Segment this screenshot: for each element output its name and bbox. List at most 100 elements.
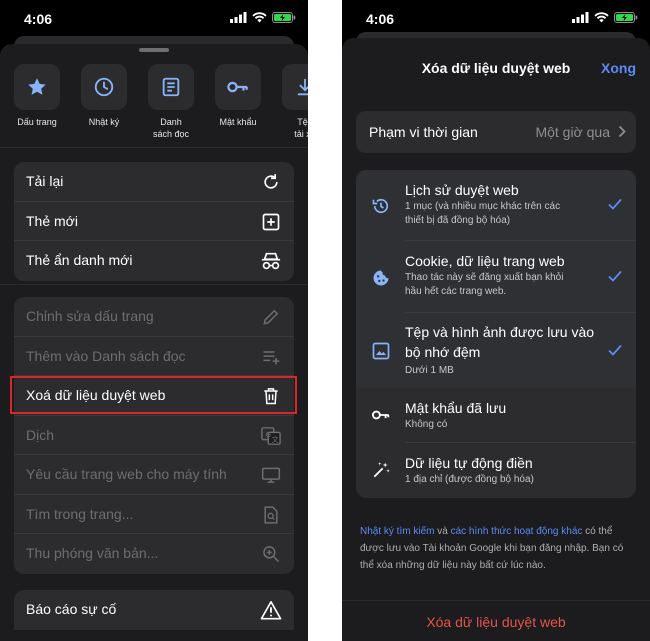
browsing-history-option[interactable]: Lịch sử duyệt web 1 mục (và nhiều mục kh…	[356, 170, 636, 241]
cookie-icon	[373, 270, 389, 286]
cached-images-files-option[interactable]: Tệp và hình ảnh được lưu vào bộ nhớ đệm …	[356, 313, 636, 388]
status-bar: 4:06	[0, 0, 308, 36]
menu-group-tabs: Tải lại Thẻ mới Thẻ ẩn danh mới	[14, 162, 294, 281]
time-range-label: Phạm vi thời gian	[369, 124, 478, 140]
option-subtitle: 1 địa chỉ (được đồng bộ hóa)	[405, 474, 534, 485]
reload-icon	[264, 174, 278, 189]
battery-charging-icon	[614, 12, 638, 23]
status-time: 4:06	[366, 11, 395, 27]
status-bar: 4:06	[342, 0, 650, 36]
translate-label: Dịch	[26, 426, 55, 443]
passwords-action[interactable]: Mật khẩu	[204, 64, 272, 128]
option-title: Cookie, dữ liệu trang web	[405, 253, 565, 269]
pencil-icon	[263, 309, 279, 325]
quick-actions: Dấu trang Nhật ký Danh sách đọc Mật khẩu…	[0, 64, 308, 168]
cookies-site-data-option[interactable]: Cookie, dữ liệu trang web Thao tác này s…	[356, 241, 636, 313]
checkmark-icon	[608, 198, 622, 210]
menu-group-report: Báo cáo sự cố	[14, 590, 294, 630]
reading-list-action[interactable]: Danh sách đọc	[137, 64, 205, 140]
sheet-grabber[interactable]	[139, 48, 169, 52]
new-tab-menu-item[interactable]: Thẻ mới	[14, 202, 294, 241]
battery-charging-icon	[272, 12, 296, 23]
key-icon	[372, 410, 390, 420]
find-in-page-icon	[264, 505, 278, 524]
new-incognito-tab-label: Thẻ ẩn danh mới	[26, 252, 133, 268]
option-title: Lịch sử duyệt web	[405, 182, 519, 198]
cellular-signal-icon	[230, 12, 247, 23]
search-history-link[interactable]: Nhật ký tìm kiếm	[360, 526, 434, 537]
chrome-menu-screen: 4:06 Dấu trang Nhật ký Danh sách đọc Mật…	[0, 0, 308, 641]
status-time: 4:06	[24, 11, 53, 27]
warning-icon	[260, 601, 282, 620]
add-to-reading-list-menu-item: Thêm vào Danh sách đọc	[14, 337, 294, 376]
cellular-signal-icon	[572, 12, 589, 23]
translate-icon: G文	[261, 426, 281, 445]
history-label: Nhật ký	[88, 117, 120, 127]
saved-passwords-option[interactable]: Mật khẩu đã lưu Không có	[356, 388, 636, 443]
menu-sheet: Dấu trang Nhật ký Danh sách đọc Mật khẩu…	[0, 44, 308, 641]
zoom-text-menu-item: Thu phóng văn bản...	[14, 534, 294, 574]
clear-data-sheet: Xóa dữ liệu duyệt web Xong Phạm vi thời …	[342, 38, 650, 641]
find-in-page-label: Tìm trong trang...	[26, 505, 134, 522]
history-action[interactable]: Nhật ký	[70, 64, 138, 128]
edit-bookmark-label: Chỉnh sửa dấu trang	[26, 308, 154, 324]
downloads-action[interactable]: Tệp tải xu	[271, 64, 308, 140]
checkmark-icon	[608, 344, 622, 356]
reload-label: Tải lại	[26, 173, 64, 189]
incognito-icon	[261, 252, 281, 270]
new-incognito-tab-menu-item[interactable]: Thẻ ẩn danh mới	[14, 241, 294, 281]
clear-button-label: Xóa dữ liệu duyệt web	[426, 614, 566, 630]
option-subtitle: Không có	[405, 419, 448, 430]
new-tab-label: Thẻ mới	[26, 212, 78, 229]
zoom-icon	[263, 546, 280, 563]
option-title: Mật khẩu đã lưu	[405, 400, 507, 416]
history-icon	[372, 198, 389, 214]
time-range-selector[interactable]: Phạm vi thời gian Một giờ qua	[356, 111, 636, 153]
reading-list-label: Danh sách đọc	[152, 117, 190, 139]
done-button[interactable]: Xong	[601, 60, 636, 76]
menu-group-page: Chỉnh sửa dấu trang Thêm vào Danh sách đ…	[14, 297, 294, 574]
report-issue-label: Báo cáo sự cố	[26, 601, 117, 617]
request-desktop-site-menu-item: Yêu cầu trang web cho máy tính	[14, 455, 294, 495]
new-tab-icon	[262, 213, 280, 230]
reading-list-icon	[162, 77, 180, 97]
downloads-label: Tệp tải xu	[294, 117, 308, 139]
key-icon	[227, 81, 248, 93]
chevron-right-icon	[618, 125, 626, 138]
add-to-reading-list-label: Thêm vào Danh sách đọc	[26, 347, 186, 364]
option-subtitle: 1 mục (và nhiều mục khác trên các thiết …	[405, 201, 561, 226]
wifi-icon	[594, 12, 609, 23]
note-connector: và	[434, 526, 451, 537]
section-divider	[0, 284, 308, 285]
clear-browsing-data-screen: 4:06 Xóa dữ liệu duyệt web Xong Phạm vi …	[342, 0, 650, 641]
clock-icon	[94, 77, 114, 97]
edit-bookmark-menu-item: Chỉnh sửa dấu trang	[14, 297, 294, 337]
download-icon	[297, 78, 308, 96]
zoom-text-label: Thu phóng văn bản...	[26, 545, 159, 561]
star-icon	[28, 78, 46, 95]
highlight-box	[10, 376, 297, 414]
magic-wand-icon	[373, 462, 390, 478]
report-issue-menu-item[interactable]: Báo cáo sự cố	[14, 590, 294, 630]
data-type-list: Lịch sử duyệt web 1 mục (và nhiều mục kh…	[356, 170, 636, 498]
bookmarks-label: Dấu trang	[17, 117, 57, 127]
request-desktop-site-label: Yêu cầu trang web cho máy tính	[26, 466, 227, 482]
translate-menu-item: Dịch G文	[14, 416, 294, 455]
svg-text:文: 文	[271, 434, 279, 443]
option-subtitle: Dưới 1 MB	[405, 365, 454, 376]
add-to-list-icon	[263, 350, 280, 364]
option-title: Dữ liệu tự động điền	[405, 455, 533, 471]
bookmarks-action[interactable]: Dấu trang	[3, 64, 71, 128]
checkmark-icon	[608, 270, 622, 282]
desktop-icon	[261, 467, 281, 483]
other-activity-link[interactable]: các hình thức hoạt động khác	[451, 526, 583, 537]
wifi-icon	[252, 12, 267, 23]
option-subtitle: Thao tác này sẽ đăng xuất bạn khỏi hầu h…	[405, 272, 564, 297]
passwords-label: Mật khẩu	[219, 117, 257, 127]
reload-menu-item[interactable]: Tải lại	[14, 162, 294, 202]
autofill-data-option[interactable]: Dữ liệu tự động điền 1 địa chỉ (được đồn…	[356, 443, 636, 498]
section-divider	[0, 147, 308, 148]
time-range-value: Một giờ qua	[535, 124, 610, 140]
clear-browsing-data-button[interactable]: Xóa dữ liệu duyệt web	[342, 600, 650, 641]
image-icon	[372, 342, 390, 360]
